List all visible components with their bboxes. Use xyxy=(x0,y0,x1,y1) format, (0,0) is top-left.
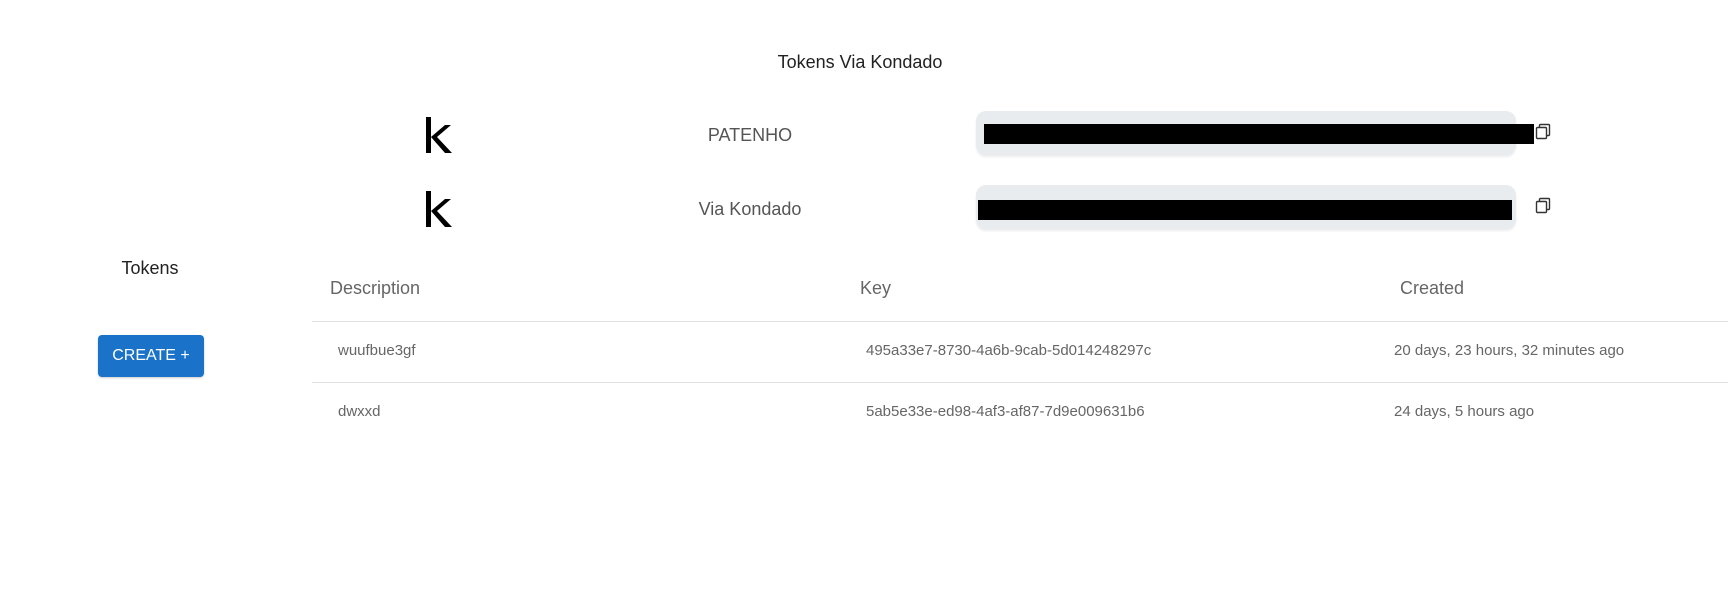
column-header-created[interactable]: Created xyxy=(1400,278,1464,299)
kondado-k-logo xyxy=(426,117,452,153)
token-created: 20 days, 23 hours, 32 minutes ago xyxy=(1394,342,1625,359)
column-header-key[interactable]: Key xyxy=(860,278,891,299)
token-label: PATENHO xyxy=(707,125,793,145)
create-token-button[interactable]: CREATE + xyxy=(98,335,204,377)
token-description: wuufbue3gf xyxy=(338,342,416,359)
redacted-token xyxy=(984,124,1534,144)
redacted-token xyxy=(978,200,1512,220)
token-description: dwxxd xyxy=(338,403,381,420)
table-row[interactable]: wuufbue3gf 495a33e7-8730-4a6b-9cab-5d014… xyxy=(312,322,1728,383)
kondado-token-row: PATENHO xyxy=(0,111,1728,159)
header: Tokens Via Kondado xyxy=(0,0,1728,100)
copy-icon[interactable] xyxy=(1534,197,1552,215)
copy-icon[interactable] xyxy=(1534,123,1552,141)
table-header: Description Key Created xyxy=(312,266,1728,322)
token-key: 495a33e7-8730-4a6b-9cab-5d014248297c xyxy=(866,342,1152,359)
token-label: Via Kondado xyxy=(698,199,802,219)
token-key: 5ab5e33e-ed98-4af3-af87-7d9e009631b6 xyxy=(866,403,1145,420)
kondado-token-row: Via Kondado xyxy=(0,185,1728,233)
token-field[interactable] xyxy=(976,185,1516,229)
token-field[interactable] xyxy=(976,111,1534,155)
kondado-k-logo xyxy=(426,191,452,227)
token-created: 24 days, 5 hours ago xyxy=(1394,403,1535,420)
table-row[interactable]: dwxxd 5ab5e33e-ed98-4af3-af87-7d9e009631… xyxy=(312,383,1728,443)
page-title: Tokens Via Kondado xyxy=(777,52,943,72)
column-header-description[interactable]: Description xyxy=(330,278,420,299)
tokens-table: Description Key Created wuufbue3gf 495a3… xyxy=(312,266,1728,443)
tokens-section-title: Tokens xyxy=(121,258,179,278)
